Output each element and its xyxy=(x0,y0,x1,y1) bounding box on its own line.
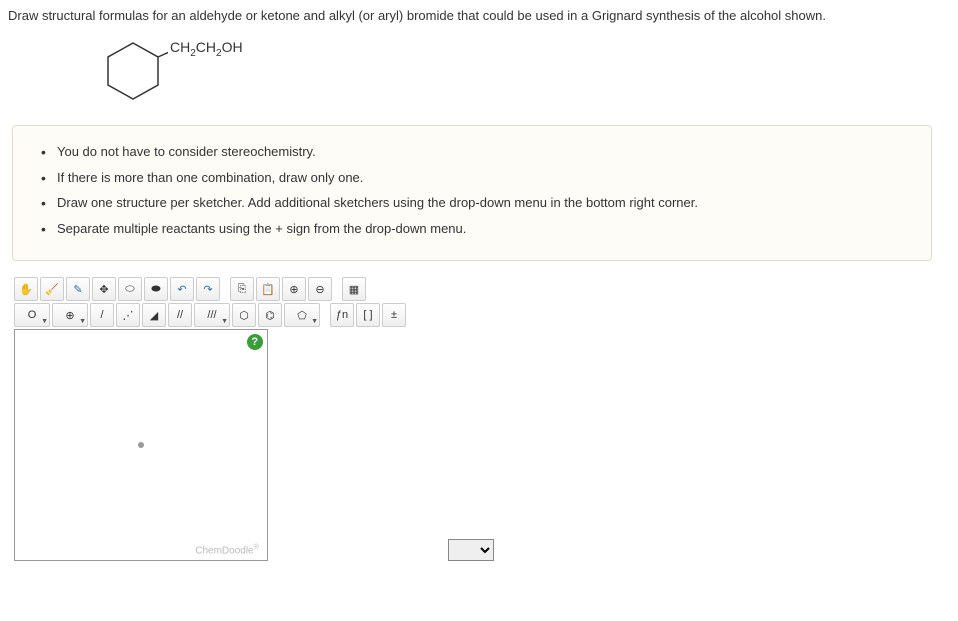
hand-tool-button[interactable]: ✋ xyxy=(14,277,38,301)
atom-dropdown-button[interactable]: O▼ xyxy=(14,303,50,327)
move-button[interactable]: ✥ xyxy=(92,277,116,301)
toolbar-row-1: ✋ 🧹 ✎ ✥ ⬭ ⬬ ↶ ↷ ⎘ 📋 ⊕ ⊖ ▦ xyxy=(14,277,494,301)
instruction-item: Draw one structure per sketcher. Add add… xyxy=(41,193,911,213)
charge-sign-button[interactable]: ± xyxy=(382,303,406,327)
instruction-item: If there is more than one combination, d… xyxy=(41,168,911,188)
dotted-bond-button[interactable]: ⋰ xyxy=(116,303,140,327)
copy-button[interactable]: ⎘ xyxy=(230,277,254,301)
undo-button[interactable]: ↶ xyxy=(170,277,194,301)
chemdoodle-branding: ChemDoodle® xyxy=(195,544,259,556)
cyclohexane-icon xyxy=(98,35,168,105)
erase-button[interactable]: 🧹 xyxy=(40,277,64,301)
redo-button[interactable]: ↷ xyxy=(196,277,220,301)
zoom-in-button[interactable]: ⊕ xyxy=(282,277,306,301)
lasso-button[interactable]: ⬭ xyxy=(118,277,142,301)
drawing-canvas[interactable]: ? ChemDoodle® xyxy=(14,329,268,561)
benzene-ring-button[interactable]: ⌬ xyxy=(258,303,282,327)
molecule-structure: CH2CH2OH xyxy=(98,35,950,105)
instruction-item: You do not have to consider stereochemis… xyxy=(41,142,911,162)
double-bond-button[interactable]: // xyxy=(168,303,192,327)
functional-group-button[interactable]: ƒn xyxy=(330,303,354,327)
charge-dropdown-button[interactable]: ⊕▼ xyxy=(52,303,88,327)
help-icon[interactable]: ? xyxy=(247,334,263,350)
pencil-button[interactable]: ✎ xyxy=(66,277,90,301)
toolbar-row-2: O▼ ⊕▼ / ⋰ ◢ // ///▼ ⬡ ⌬ ⬠▼ ƒn [ ] ± xyxy=(14,303,494,327)
add-sketcher-dropdown[interactable] xyxy=(448,539,494,561)
bracket-button[interactable]: [ ] xyxy=(356,303,380,327)
single-bond-button[interactable]: / xyxy=(90,303,114,327)
instructions-panel: You do not have to consider stereochemis… xyxy=(12,125,932,261)
question-text: Draw structural formulas for an aldehyde… xyxy=(8,8,950,23)
pentagon-ring-dropdown-button[interactable]: ⬠▼ xyxy=(284,303,320,327)
sketcher-panel: ✋ 🧹 ✎ ✥ ⬭ ⬬ ↶ ↷ ⎘ 📋 ⊕ ⊖ ▦ O▼ ⊕▼ / ⋰ ◢ //… xyxy=(14,277,494,561)
lasso2-button[interactable]: ⬬ xyxy=(144,277,168,301)
hexagon-ring-button[interactable]: ⬡ xyxy=(232,303,256,327)
zoom-out-button[interactable]: ⊖ xyxy=(308,277,332,301)
instruction-item: Separate multiple reactants using the + … xyxy=(41,219,911,239)
molecule-formula-label: CH2CH2OH xyxy=(170,39,243,59)
wedge-bond-button[interactable]: ◢ xyxy=(142,303,166,327)
paste-button[interactable]: 📋 xyxy=(256,277,280,301)
triple-bond-dropdown-button[interactable]: ///▼ xyxy=(194,303,230,327)
color-button[interactable]: ▦ xyxy=(342,277,366,301)
canvas-center-dot xyxy=(138,442,144,448)
